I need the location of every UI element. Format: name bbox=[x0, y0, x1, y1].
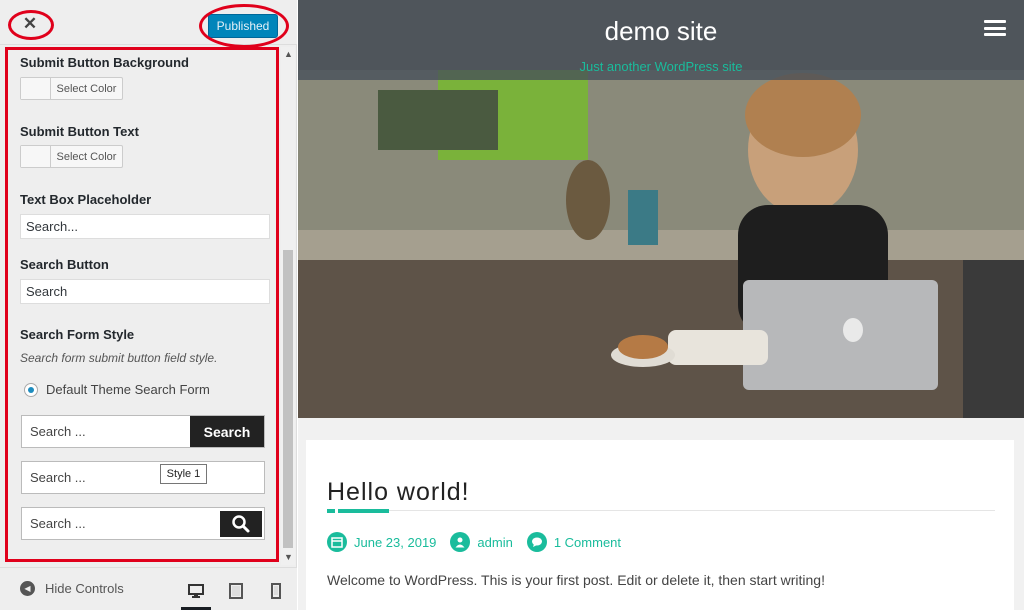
post-meta: June 23, 2019 admin 1 Comment bbox=[327, 532, 621, 552]
placeholder-input[interactable]: Search... bbox=[20, 214, 270, 239]
post-title[interactable]: Hello world! bbox=[327, 478, 470, 507]
search-form-style-1[interactable]: Search ... Search bbox=[21, 415, 265, 448]
style1-placeholder: Search ... bbox=[30, 424, 86, 439]
select-color-button[interactable]: Select Color bbox=[51, 146, 122, 167]
sidebar-header: ✕ Published bbox=[0, 0, 297, 48]
menu-icon[interactable] bbox=[984, 20, 1006, 36]
hide-controls-button[interactable]: ◀ Hide Controls bbox=[20, 581, 124, 596]
site-tagline: Just another WordPress site bbox=[579, 59, 743, 74]
desktop-preview-button[interactable] bbox=[181, 580, 211, 610]
publish-button[interactable]: Published bbox=[208, 14, 278, 38]
customizer-sidebar: ✕ Published Submit Button Background Sel… bbox=[0, 0, 297, 610]
close-icon: ✕ bbox=[22, 14, 38, 33]
tablet-preview-button[interactable] bbox=[225, 580, 247, 602]
search-settings-panel: Submit Button Background Select Color Su… bbox=[5, 47, 279, 562]
scroll-up-icon[interactable]: ▲ bbox=[284, 49, 293, 59]
calendar-icon bbox=[327, 532, 347, 552]
post-comments[interactable]: 1 Comment bbox=[554, 535, 621, 550]
title-divider-accent bbox=[327, 509, 389, 513]
select-color-button[interactable]: Select Color bbox=[51, 78, 122, 99]
style3-placeholder: Search ... bbox=[30, 516, 86, 531]
post-date[interactable]: June 23, 2019 bbox=[354, 535, 436, 550]
user-icon bbox=[450, 532, 471, 552]
submit-text-color-picker[interactable]: Select Color bbox=[20, 145, 123, 168]
scroll-down-icon[interactable]: ▼ bbox=[284, 552, 293, 562]
style1-search-button: Search bbox=[190, 416, 264, 447]
submit-bg-label: Submit Button Background bbox=[20, 55, 189, 70]
style2-placeholder: Search ... bbox=[30, 470, 86, 485]
placeholder-label: Text Box Placeholder bbox=[20, 192, 152, 207]
mobile-icon bbox=[271, 583, 281, 599]
search-button-label: Search Button bbox=[20, 257, 109, 272]
search-form-style-3[interactable]: Search ... bbox=[21, 507, 265, 540]
sidebar-footer: ◀ Hide Controls bbox=[0, 567, 297, 610]
collapse-icon: ◀ bbox=[20, 581, 35, 596]
radio-button[interactable] bbox=[24, 382, 38, 397]
form-style-label: Search Form Style bbox=[20, 327, 135, 342]
desktop-icon bbox=[188, 584, 204, 598]
post-excerpt: Welcome to WordPress. This is your first… bbox=[327, 572, 825, 588]
site-preview: demo site Just another WordPress site He… bbox=[298, 0, 1024, 610]
scrollbar-thumb[interactable] bbox=[283, 250, 293, 548]
mobile-preview-button[interactable] bbox=[265, 580, 287, 602]
default-form-radio[interactable]: Default Theme Search Form bbox=[24, 382, 210, 397]
search-button-input[interactable]: Search bbox=[20, 279, 270, 304]
post-author[interactable]: admin bbox=[477, 535, 512, 550]
site-title[interactable]: demo site bbox=[298, 16, 1024, 47]
submit-bg-color-picker[interactable]: Select Color bbox=[20, 77, 123, 100]
submit-text-label: Submit Button Text bbox=[20, 124, 139, 139]
hide-controls-label: Hide Controls bbox=[45, 581, 124, 596]
color-swatch[interactable] bbox=[21, 78, 51, 99]
comment-icon bbox=[526, 532, 547, 552]
post-card: Hello world! June 23, 2019 admin 1 Comme… bbox=[306, 440, 1014, 610]
form-style-description: Search form submit button field style. bbox=[20, 351, 218, 365]
header-image: demo site Just another WordPress site bbox=[298, 0, 1024, 418]
radio-label: Default Theme Search Form bbox=[46, 382, 210, 397]
color-swatch[interactable] bbox=[21, 146, 51, 167]
style3-search-button bbox=[220, 510, 262, 537]
title-divider bbox=[327, 510, 995, 511]
style-tooltip: Style 1 bbox=[160, 464, 207, 484]
close-button[interactable]: ✕ bbox=[13, 12, 47, 36]
tablet-icon bbox=[229, 583, 243, 599]
search-form-style-2[interactable]: Search ... bbox=[21, 461, 265, 494]
search-icon bbox=[232, 514, 250, 532]
